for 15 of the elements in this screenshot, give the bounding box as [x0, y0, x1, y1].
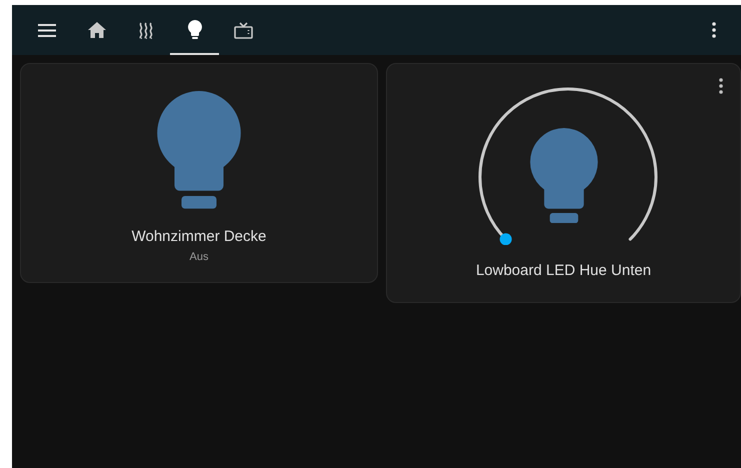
menu-icon [38, 24, 56, 36]
brightness-track[interactable] [478, 88, 658, 241]
light-bulb-icon [530, 128, 598, 224]
light-bulb-icon [157, 91, 241, 209]
tv-icon [234, 22, 253, 38]
light-bulb-icon [188, 20, 202, 40]
entity-name: Wohnzimmer Decke [132, 228, 266, 245]
slider-thumb[interactable] [500, 233, 512, 245]
light-card[interactable]: Wohnzimmer Decke Aus [20, 63, 378, 283]
entity-name: Lowboard LED Hue Unten [476, 262, 652, 280]
more-vert-icon [712, 22, 716, 38]
entity-state: Aus [190, 250, 208, 263]
home-icon [88, 22, 106, 38]
more-vert-icon [719, 78, 723, 94]
heat-waves-icon [138, 22, 154, 38]
